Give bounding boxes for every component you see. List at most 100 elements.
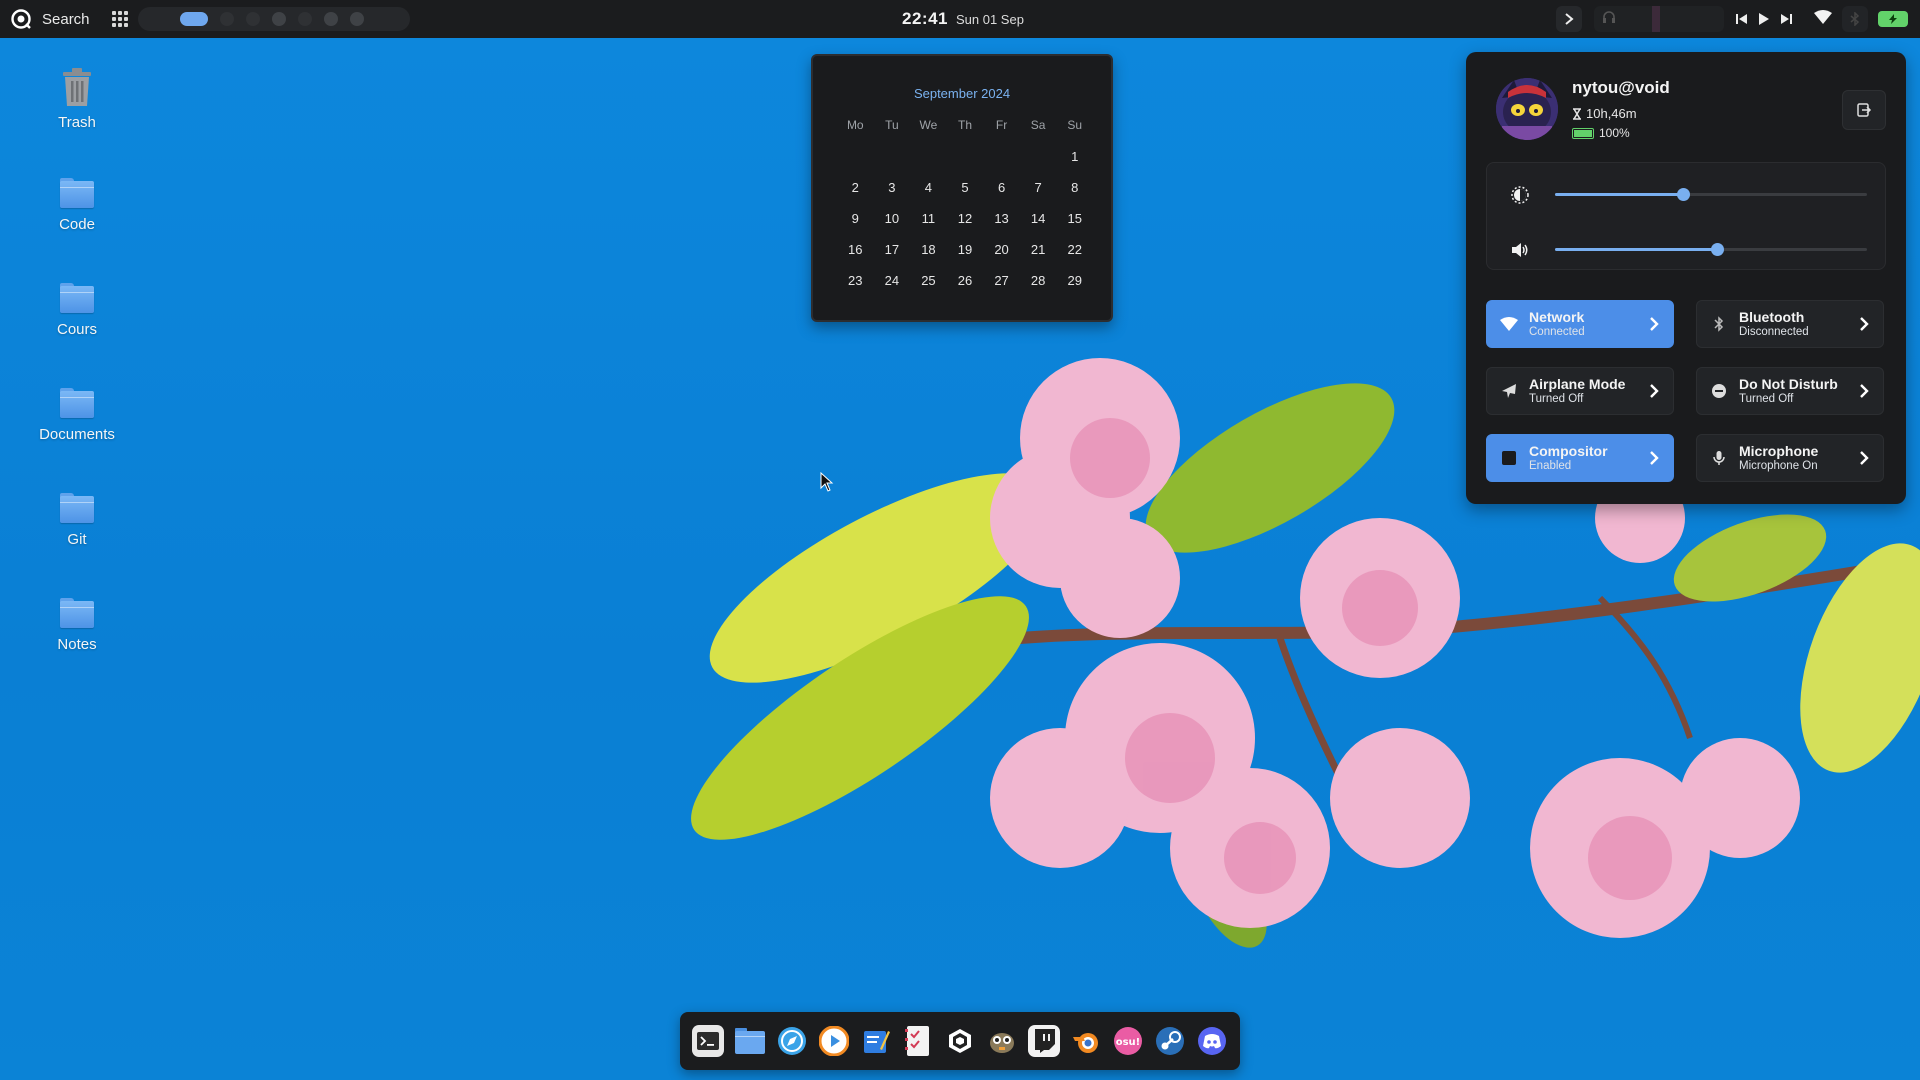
workspace-5[interactable] xyxy=(297,12,312,26)
calendar-day[interactable]: 20 xyxy=(983,242,1020,273)
search-button[interactable]: Search xyxy=(42,11,90,28)
clock-date: Sun 01 Sep xyxy=(955,11,1024,27)
sliders-panel xyxy=(1486,162,1886,270)
calendar-day[interactable]: 3 xyxy=(874,180,911,211)
desktop-icon-label: Cours xyxy=(56,321,97,338)
workspace-3[interactable] xyxy=(245,12,260,26)
text-editor-icon[interactable] xyxy=(860,1025,892,1057)
calendar-weekday: Sa xyxy=(1030,118,1046,132)
calendar-weekday: Tu xyxy=(885,118,899,132)
battery-tray-icon[interactable] xyxy=(1878,11,1908,27)
bluetooth-tray-icon[interactable] xyxy=(1842,6,1868,32)
calendar-day[interactable]: 15 xyxy=(1056,211,1093,242)
discord-icon[interactable] xyxy=(1196,1025,1228,1057)
steam-icon[interactable] xyxy=(1154,1025,1186,1057)
media-player-icon[interactable] xyxy=(818,1025,850,1057)
blender-icon[interactable] xyxy=(1070,1025,1102,1057)
workspace-1[interactable] xyxy=(179,12,208,26)
calendar-day[interactable]: 16 xyxy=(837,242,874,273)
previous-track-icon[interactable] xyxy=(1736,13,1748,25)
browser-icon[interactable] xyxy=(776,1025,808,1057)
calendar-day[interactable]: 7 xyxy=(1020,180,1057,211)
calendar-day[interactable]: 13 xyxy=(983,211,1020,242)
desktop-icon-cours[interactable]: Cours xyxy=(17,283,137,338)
calendar-empty-cell xyxy=(1020,149,1057,180)
desktop-icon-label: Code xyxy=(59,216,95,233)
workspace-2[interactable] xyxy=(219,12,234,26)
volume-slider-row xyxy=(1487,234,1885,264)
chevron-right-icon xyxy=(1860,317,1869,331)
calendar-day[interactable]: 11 xyxy=(910,211,947,242)
calendar-weekday: Mo xyxy=(846,118,864,132)
brightness-knob[interactable] xyxy=(1676,188,1690,201)
calendar-day[interactable]: 25 xyxy=(910,273,947,304)
uptime: 10h,46m xyxy=(1572,106,1637,121)
network-tile[interactable]: Network Connected xyxy=(1486,300,1674,348)
clock[interactable]: 22:41 Sun 01 Sep xyxy=(902,0,1024,38)
workspace-6[interactable] xyxy=(323,12,338,26)
launcher-logo-icon[interactable] xyxy=(8,6,34,32)
calendar-day[interactable]: 10 xyxy=(874,211,911,242)
logout-button[interactable] xyxy=(1842,90,1886,130)
calendar-day[interactable]: 24 xyxy=(874,273,911,304)
calendar-day[interactable]: 29 xyxy=(1056,273,1093,304)
calendar-day[interactable]: 17 xyxy=(874,242,911,273)
tray-expand-button[interactable] xyxy=(1556,6,1582,32)
brightness-icon xyxy=(1511,186,1529,204)
wifi-tray-icon[interactable] xyxy=(1814,10,1832,28)
chevron-right-icon xyxy=(1860,451,1869,465)
gimp-icon[interactable] xyxy=(986,1025,1018,1057)
volume-slider[interactable] xyxy=(1555,243,1867,256)
bluetooth-tile[interactable]: Bluetooth Disconnected xyxy=(1696,300,1884,348)
calendar-day[interactable]: 2 xyxy=(837,180,874,211)
app-grid-icon[interactable] xyxy=(111,11,128,27)
desktop-icon-documents[interactable]: Documents xyxy=(17,388,137,443)
calendar-day[interactable]: 8 xyxy=(1056,180,1093,211)
play-icon[interactable] xyxy=(1758,12,1770,26)
desktop-icon-git[interactable]: Git xyxy=(17,493,137,548)
volume-knob[interactable] xyxy=(1711,243,1725,256)
calendar-day[interactable]: 18 xyxy=(910,242,947,273)
tasks-icon[interactable] xyxy=(902,1025,934,1057)
svg-text:osu!: osu! xyxy=(1116,1037,1141,1048)
calendar-day[interactable]: 22 xyxy=(1056,242,1093,273)
calendar-day[interactable]: 19 xyxy=(947,242,984,273)
uptime-value: 10h,46m xyxy=(1586,106,1637,121)
media-widget[interactable] xyxy=(1594,6,1724,32)
airplane-icon xyxy=(1502,384,1516,398)
desktop-icon-code[interactable]: Code xyxy=(17,178,137,233)
volume-icon xyxy=(1512,243,1528,257)
workspace-7[interactable] xyxy=(349,12,364,26)
calendar-day[interactable]: 21 xyxy=(1020,242,1057,273)
compositor-tile[interactable]: Compositor Enabled xyxy=(1486,434,1674,482)
calendar-empty-cell xyxy=(947,149,984,180)
osu-icon[interactable]: osu! xyxy=(1112,1025,1144,1057)
microphone-tile[interactable]: Microphone Microphone On xyxy=(1696,434,1884,482)
brightness-slider-row xyxy=(1487,179,1885,209)
tile-title: Airplane Mode xyxy=(1529,376,1626,392)
do-not-disturb-tile[interactable]: Do Not Disturb Turned Off xyxy=(1696,367,1884,415)
calendar-weekday: Th xyxy=(957,118,972,132)
calendar-day[interactable]: 26 xyxy=(947,273,984,304)
files-icon[interactable] xyxy=(734,1025,766,1057)
terminal-icon[interactable] xyxy=(692,1025,724,1057)
desktop-icon-trash[interactable]: Trash xyxy=(17,68,137,131)
calendar-day[interactable]: 6 xyxy=(983,180,1020,211)
calendar-day[interactable]: 23 xyxy=(837,273,874,304)
brightness-slider[interactable] xyxy=(1555,188,1867,201)
calendar-day[interactable]: 12 xyxy=(947,211,984,242)
calendar-day[interactable]: 9 xyxy=(837,211,874,242)
calendar-day[interactable]: 28 xyxy=(1020,273,1057,304)
calendar-day[interactable]: 1 xyxy=(1056,149,1093,180)
trash-icon xyxy=(63,68,91,106)
twitch-icon[interactable] xyxy=(1028,1025,1060,1057)
airplane-mode-tile[interactable]: Airplane Mode Turned Off xyxy=(1486,367,1674,415)
desktop-icon-notes[interactable]: Notes xyxy=(17,598,137,653)
next-track-icon[interactable] xyxy=(1780,13,1792,25)
calendar-day[interactable]: 4 xyxy=(910,180,947,211)
game-engine-icon[interactable] xyxy=(944,1025,976,1057)
calendar-day[interactable]: 27 xyxy=(983,273,1020,304)
calendar-day[interactable]: 5 xyxy=(947,180,984,211)
workspace-4[interactable] xyxy=(271,12,286,26)
calendar-day[interactable]: 14 xyxy=(1020,211,1057,242)
